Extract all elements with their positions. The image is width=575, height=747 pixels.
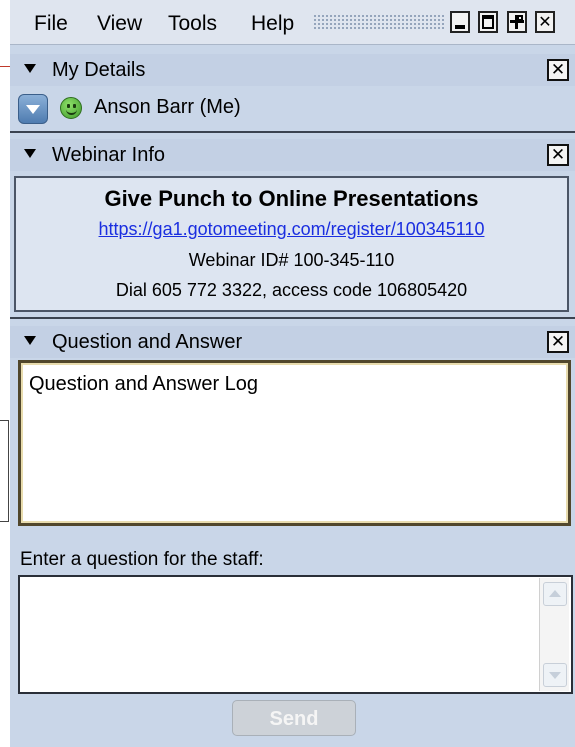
question-answer-log-title: Question and Answer Log [29, 373, 259, 395]
menu-view[interactable]: View [97, 12, 142, 36]
webinar-dial-info: Dial 605 772 3322, access code 106805420 [115, 280, 468, 300]
chevron-down-icon [26, 105, 40, 114]
collapse-triangle-icon[interactable] [24, 336, 36, 345]
menu-bar: File View Tools Help ✕ [10, 0, 575, 45]
background-window-line [0, 66, 10, 67]
close-webinar-info-icon[interactable]: ✕ [547, 144, 569, 166]
user-name: Anson Barr (Me) [94, 96, 241, 118]
section-divider [10, 131, 575, 133]
question-input-label: Enter a question for the staff: [20, 549, 264, 570]
menu-file[interactable]: File [34, 12, 68, 36]
undock-icon[interactable] [507, 11, 527, 33]
green-smiley-icon [60, 97, 82, 119]
question-input-scrollbar[interactable] [539, 578, 569, 691]
chevron-up-icon [549, 590, 561, 597]
collapse-triangle-icon[interactable] [24, 149, 36, 158]
scroll-down-button[interactable] [543, 663, 567, 687]
background-window-edge [0, 420, 9, 522]
webinar-title: Give Punch to Online Presentations [104, 186, 479, 211]
question-input[interactable] [18, 575, 573, 694]
menu-help[interactable]: Help [251, 12, 294, 36]
user-options-dropdown-button[interactable] [18, 94, 48, 124]
my-details-title: My Details [52, 59, 146, 81]
control-panel: File View Tools Help ✕ My Details ✕ Anso… [10, 0, 575, 747]
scroll-up-button[interactable] [543, 582, 567, 606]
section-divider [10, 317, 575, 319]
my-details-header[interactable]: My Details ✕ [10, 54, 575, 86]
close-icon[interactable]: ✕ [535, 11, 555, 33]
webinar-info-header[interactable]: Webinar Info ✕ [10, 139, 575, 171]
send-button[interactable]: Send [232, 700, 356, 736]
webinar-id: Webinar ID# 100-345-110 [188, 250, 395, 270]
close-my-details-icon[interactable]: ✕ [547, 59, 569, 81]
webinar-info-box: Give Punch to Online Presentations https… [14, 176, 569, 312]
my-details-row: Anson Barr (Me) [10, 88, 575, 130]
maximize-icon[interactable] [478, 11, 498, 33]
webinar-registration-link[interactable]: https://ga1.gotomeeting.com/register/100… [16, 219, 567, 240]
question-answer-title: Question and Answer [52, 331, 243, 353]
menu-tools[interactable]: Tools [168, 12, 217, 36]
close-question-answer-icon[interactable]: ✕ [547, 331, 569, 353]
webinar-info-title: Webinar Info [52, 144, 166, 166]
collapse-triangle-icon[interactable] [24, 64, 36, 73]
chevron-down-icon [549, 672, 561, 679]
question-answer-log[interactable]: Question and Answer Log [18, 360, 571, 526]
minimize-icon[interactable] [450, 11, 470, 33]
drag-grip-handle[interactable] [313, 14, 445, 30]
question-answer-header[interactable]: Question and Answer ✕ [10, 326, 575, 358]
